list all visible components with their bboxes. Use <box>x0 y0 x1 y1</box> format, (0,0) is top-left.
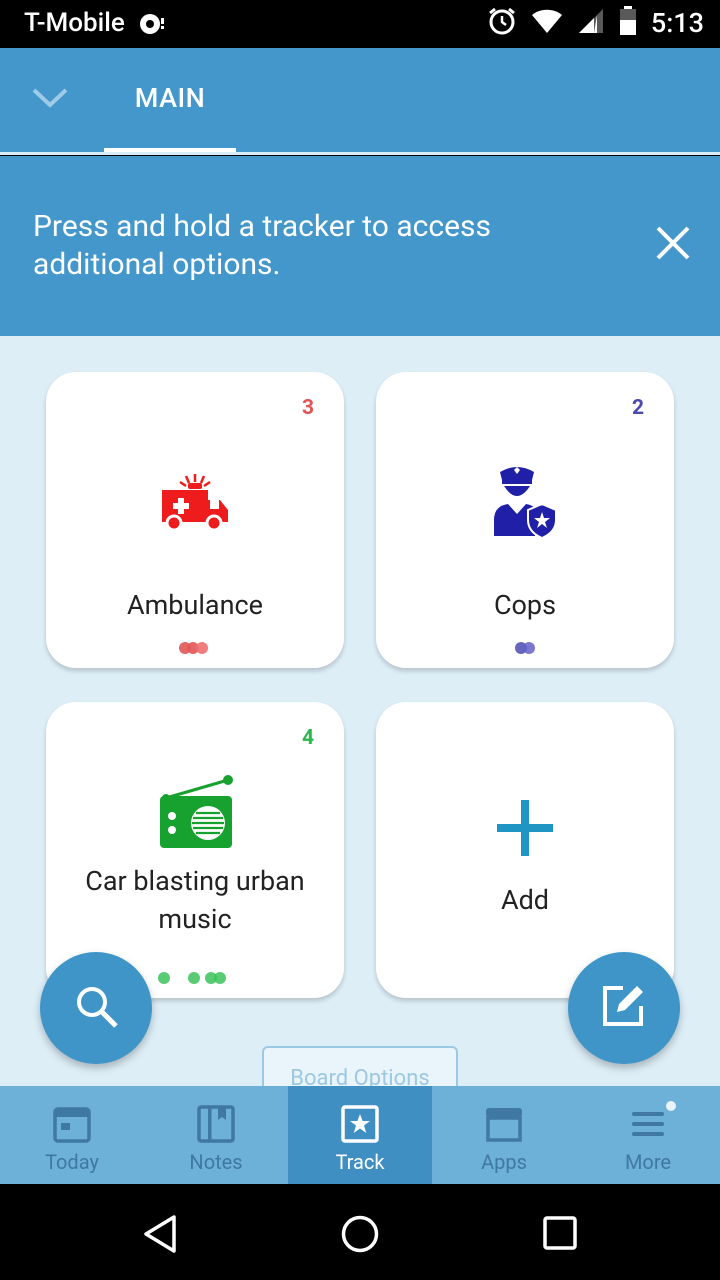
nav-item-notes[interactable]: Notes <box>144 1086 288 1184</box>
tab-main-label: MAIN <box>134 82 206 114</box>
nav-label: Today <box>45 1150 99 1174</box>
menu-icon <box>628 1104 668 1144</box>
calendar-icon <box>52 1104 92 1144</box>
nav-label: Track <box>335 1150 385 1174</box>
search-button[interactable] <box>40 952 152 1064</box>
store-icon <box>484 1104 524 1144</box>
tracker-count: 4 <box>301 726 314 750</box>
nav-item-more[interactable]: More <box>576 1086 720 1184</box>
ambulance-icon <box>158 470 232 536</box>
tracker-title: Ambulance <box>127 589 263 621</box>
tracker-title: Cops <box>493 589 557 621</box>
bottom-nav: Today Notes Track Apps More <box>0 1086 720 1184</box>
carrier-name: T-Mobile <box>24 8 125 38</box>
nav-item-track[interactable]: Track <box>288 1086 432 1184</box>
search-icon <box>74 984 120 1034</box>
nav-label: Apps <box>481 1150 527 1174</box>
chevron-down-icon[interactable] <box>30 84 70 112</box>
alarm-icon <box>487 6 517 40</box>
notification-dot <box>665 1100 677 1112</box>
close-icon[interactable] <box>652 222 694 264</box>
status-time: 5:13 <box>650 7 704 39</box>
tracker-card-ambulance[interactable]: 3 Ambulance <box>46 372 344 668</box>
wifi-icon <box>531 8 563 38</box>
hotspot-icon <box>138 12 166 40</box>
nav-label: Notes <box>189 1150 243 1174</box>
tracker-dots <box>46 640 344 659</box>
hint-banner: Press and hold a tracker to access addit… <box>0 156 720 336</box>
tracker-title: Car blasting urban music <box>85 865 305 935</box>
header-divider <box>0 152 720 155</box>
hint-text: Press and hold a tracker to access addit… <box>33 209 491 282</box>
police-officer-icon <box>490 462 560 542</box>
system-navigation-bar <box>0 1184 720 1280</box>
add-label: Add <box>500 884 550 916</box>
nav-label: More <box>624 1150 672 1174</box>
plus-icon <box>495 798 555 862</box>
tab-indicator <box>104 148 236 152</box>
tab-main[interactable]: MAIN <box>104 48 236 154</box>
radio-icon <box>158 774 234 854</box>
tracker-count: 2 <box>631 396 644 420</box>
tracker-count: 3 <box>301 396 314 420</box>
status-bar: T-Mobile 5:13 <box>0 0 720 48</box>
top-tab-header: MAIN <box>0 48 720 155</box>
nav-item-apps[interactable]: Apps <box>432 1086 576 1184</box>
tracker-board: 3 Ambulance 2 Cops 4 Car blasting urban … <box>0 336 720 1086</box>
edit-button[interactable] <box>568 952 680 1064</box>
tracker-card-cops[interactable]: 2 Cops <box>376 372 674 668</box>
battery-icon <box>619 6 637 40</box>
edit-icon <box>601 982 647 1032</box>
signal-icon <box>577 7 605 39</box>
recents-icon[interactable] <box>542 1215 578 1255</box>
notebook-icon <box>196 1104 236 1144</box>
star-box-icon <box>340 1104 380 1144</box>
nav-item-today[interactable]: Today <box>0 1086 144 1184</box>
tracker-dots <box>376 640 674 659</box>
home-icon[interactable] <box>340 1214 380 1258</box>
back-icon[interactable] <box>140 1214 180 1258</box>
